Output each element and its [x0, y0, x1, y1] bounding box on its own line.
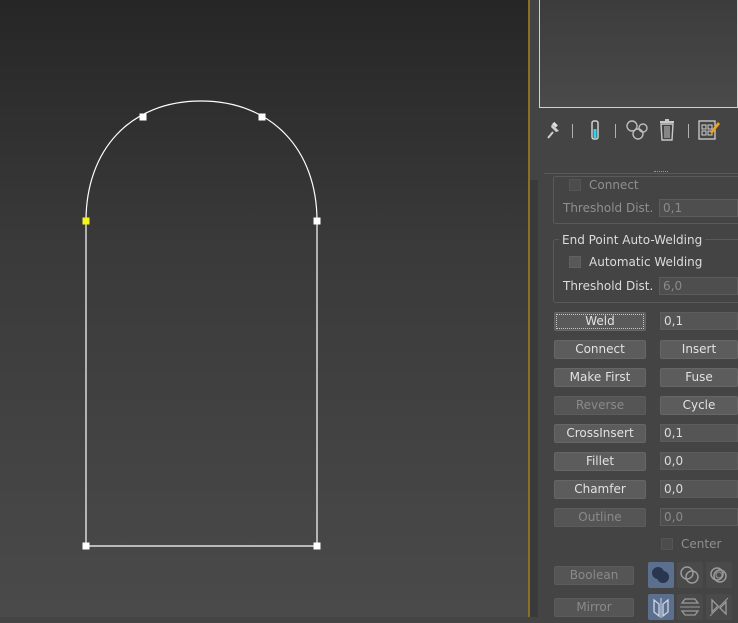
modifier-stack-toolbar: [530, 116, 738, 146]
make-first-button[interactable]: Make First: [554, 368, 646, 387]
boolean-intersect-icon[interactable]: [706, 562, 732, 588]
spline-canvas[interactable]: [0, 0, 528, 617]
weld-threshold-field[interactable]: 0,1: [660, 312, 738, 330]
autoweld-threshold-field[interactable]: 6,0: [659, 277, 738, 295]
connect-label: Connect: [589, 178, 639, 192]
panel-scroll-strip[interactable]: [530, 180, 538, 617]
configure-modifier-sets-icon[interactable]: [696, 116, 722, 144]
fillet-button[interactable]: Fillet: [554, 452, 646, 471]
autoweld-threshold-label: Threshold Dist.: [563, 279, 654, 293]
vertex[interactable]: [258, 113, 266, 121]
threshold-field[interactable]: 0,1: [659, 199, 738, 217]
make-unique-icon[interactable]: [624, 116, 650, 144]
automatic-welding-checkbox[interactable]: [569, 256, 581, 268]
vertex[interactable]: [82, 542, 90, 550]
pin-stack-icon[interactable]: [540, 116, 566, 144]
boolean-subtract-icon[interactable]: [677, 562, 703, 588]
connect-checkbox[interactable]: [569, 179, 581, 191]
insert-button[interactable]: Insert: [660, 340, 738, 359]
vertex-selected[interactable]: [82, 217, 90, 225]
outline-field[interactable]: 0,0: [660, 508, 738, 526]
mirror-horizontal-icon[interactable]: [648, 594, 674, 620]
arch-spline[interactable]: [85, 100, 318, 547]
endpoint-autoweld-title: End Point Auto-Welding: [559, 232, 706, 248]
cycle-button[interactable]: Cycle: [660, 396, 738, 415]
chamfer-button[interactable]: Chamfer: [554, 480, 646, 499]
boolean-union-icon[interactable]: [648, 562, 674, 588]
mirror-both-icon[interactable]: [706, 594, 732, 620]
remove-modifier-icon[interactable]: [654, 116, 680, 144]
outline-button[interactable]: Outline: [554, 508, 646, 527]
connect-button[interactable]: Connect: [554, 340, 646, 359]
automatic-welding-label: Automatic Welding: [589, 255, 703, 269]
center-checkbox[interactable]: [661, 538, 673, 550]
reverse-button[interactable]: Reverse: [554, 396, 646, 415]
vertex[interactable]: [313, 542, 321, 550]
threshold-label: Threshold Dist.: [563, 201, 654, 215]
boolean-button[interactable]: Boolean: [554, 566, 634, 585]
chamfer-field[interactable]: 0,0: [660, 480, 738, 498]
crossinsert-button[interactable]: CrossInsert: [554, 424, 646, 443]
viewport[interactable]: [0, 0, 528, 617]
modifier-stack-list[interactable]: [539, 0, 738, 108]
weld-button[interactable]: Weld: [554, 312, 646, 331]
center-label: Center: [681, 537, 722, 551]
vertex[interactable]: [139, 113, 147, 121]
fillet-field[interactable]: 0,0: [660, 452, 738, 470]
command-panel: Connect Threshold Dist. 0,1 End Point Au…: [530, 0, 738, 620]
mirror-vertical-icon[interactable]: [677, 594, 703, 620]
fuse-button[interactable]: Fuse: [660, 368, 738, 387]
mirror-button[interactable]: Mirror: [554, 598, 634, 617]
crossinsert-field[interactable]: 0,1: [660, 424, 738, 442]
show-end-result-icon[interactable]: [582, 116, 608, 144]
vertex[interactable]: [313, 217, 321, 225]
